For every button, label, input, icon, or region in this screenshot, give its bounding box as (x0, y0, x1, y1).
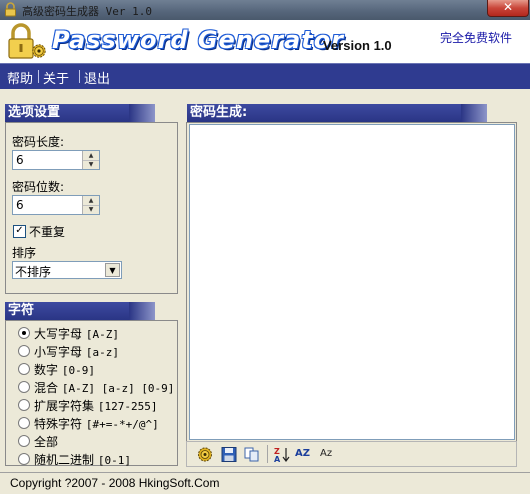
close-icon: ✕ (502, 0, 514, 14)
charset-panel: 大写字母 [A-Z] 小写字母 [a-z] 数字 [0-9] 混合 [A-Z] [a-… (5, 320, 178, 468)
no-repeat-checkbox[interactable]: ✓ (13, 225, 26, 238)
menu-separator (38, 70, 39, 83)
sort-case-button[interactable]: Az (320, 448, 342, 465)
charset-range: [#+=-*+/@^] (85, 418, 159, 431)
digits-label: 密码位数: (12, 180, 65, 194)
gear-icon[interactable] (196, 446, 214, 463)
version-label: Version 1.0 (323, 38, 392, 53)
charset-name: 小写字母 (34, 345, 83, 359)
window-title: 高级密码生成器 Ver 1.0 (22, 5, 152, 18)
charset-option-label[interactable]: 小写字母 [a-z] (34, 343, 119, 360)
charset-option-label[interactable]: 扩展字符集 [127-255] (34, 397, 157, 414)
header-fade (129, 302, 155, 320)
sort-za-icon[interactable]: Z A (273, 446, 291, 463)
charset-title: 字符 (8, 303, 35, 318)
charset-option-label[interactable]: 全部 (34, 433, 58, 450)
gear-icon (32, 44, 46, 58)
lock-icon (5, 2, 16, 17)
radio-button[interactable] (18, 435, 30, 447)
password-output-area[interactable] (189, 124, 515, 440)
output-title: 密码生成: (190, 105, 248, 120)
spin-down-icon[interactable]: ▼ (83, 205, 99, 214)
status-bar: Copyright ?2007 - 2008 HkingSoft.Com (0, 472, 530, 494)
title-bar[interactable]: 高级密码生成器 Ver 1.0 ✕ (0, 0, 530, 20)
menu-bar: 帮助 关于 退出 (0, 63, 530, 89)
options-title: 选项设置 (8, 105, 61, 120)
charset-name: 数字 (34, 363, 59, 377)
output-panel-header: 密码生成: (187, 104, 487, 122)
output-toolbar: Z A AZ Az (186, 441, 517, 467)
sort-az-label: AZ (295, 448, 310, 459)
svg-text:A: A (274, 455, 281, 463)
charset-range: [0-1] (97, 454, 131, 467)
radio-button[interactable] (18, 381, 30, 393)
menu-exit[interactable]: 退出 (84, 68, 110, 87)
sort-label: 排序 (12, 246, 37, 260)
charset-range: [A-Z] (85, 328, 119, 341)
close-button[interactable]: ✕ (487, 0, 529, 17)
radio-button[interactable] (18, 399, 30, 411)
options-panel-header: 选项设置 (5, 104, 155, 122)
no-repeat-label[interactable]: 不重复 (29, 223, 65, 240)
sort-az-button[interactable]: AZ (295, 448, 317, 465)
copyright-text: Copyright ?2007 - 2008 HkingSoft.Com (10, 476, 220, 490)
charset-range: [0-9] (61, 364, 95, 377)
options-panel: 密码长度: 6 ▲ ▼ 密码位数: 6 ▲ ▼ ✓ 不重复 排序 不排序 ▼ (5, 122, 178, 294)
charset-option-label[interactable]: 数字 [0-9] (34, 361, 95, 378)
freeware-label: 完全免费软件 (440, 31, 513, 45)
floppy-disk-icon[interactable] (220, 446, 238, 463)
radio-button[interactable] (18, 327, 30, 339)
length-value: 6 (16, 153, 24, 167)
banner: Password Generator Version 1.0 完全免费软件 (0, 20, 530, 63)
copy-icon[interactable] (243, 446, 261, 463)
toolbar-separator (267, 445, 268, 463)
charset-name: 大写字母 (34, 327, 83, 341)
charset-range: [127-255] (97, 400, 158, 413)
digits-value: 6 (16, 198, 24, 212)
charset-range: [a-z] (85, 346, 119, 359)
digits-spinner[interactable]: 6 ▲ ▼ (12, 195, 100, 215)
sort-dropdown[interactable]: 不排序 ▼ (12, 261, 122, 279)
charset-name: 扩展字符集 (34, 399, 95, 413)
charset-name: 特殊字符 (34, 417, 83, 431)
charset-option-label[interactable]: 特殊字符 [#+=-*+/@^] (34, 415, 159, 432)
header-fade (461, 104, 487, 122)
charset-range: [A-Z] [a-z] [0-9] (61, 382, 175, 395)
charset-option-label[interactable]: 大写字母 [A-Z] (34, 325, 119, 342)
checkmark-icon: ✓ (15, 225, 24, 236)
sort-value: 不排序 (15, 265, 52, 279)
charset-option-label[interactable]: 随机二进制 [0-1] (34, 451, 131, 468)
app-logo: Password Generator (52, 26, 345, 54)
radio-button[interactable] (18, 417, 30, 429)
header-fade (129, 104, 155, 122)
menu-separator (79, 70, 80, 83)
radio-button[interactable] (18, 345, 30, 357)
charset-name: 全部 (34, 435, 59, 449)
charset-panel-header: 字符 (5, 302, 155, 320)
charset-name: 混合 (34, 381, 59, 395)
charset-name: 随机二进制 (34, 453, 95, 467)
menu-about[interactable]: 关于 (43, 68, 69, 87)
length-label: 密码长度: (12, 135, 65, 149)
spin-down-icon[interactable]: ▼ (83, 160, 99, 169)
sort-case-label: Az (320, 448, 333, 459)
radio-button[interactable] (18, 363, 30, 375)
length-spinner[interactable]: 6 ▲ ▼ (12, 150, 100, 170)
menu-help[interactable]: 帮助 (7, 68, 33, 87)
radio-button[interactable] (18, 453, 30, 465)
chevron-down-icon[interactable]: ▼ (105, 263, 120, 277)
radio-dot (22, 331, 26, 335)
charset-option-label[interactable]: 混合 [A-Z] [a-z] [0-9] (34, 379, 174, 396)
